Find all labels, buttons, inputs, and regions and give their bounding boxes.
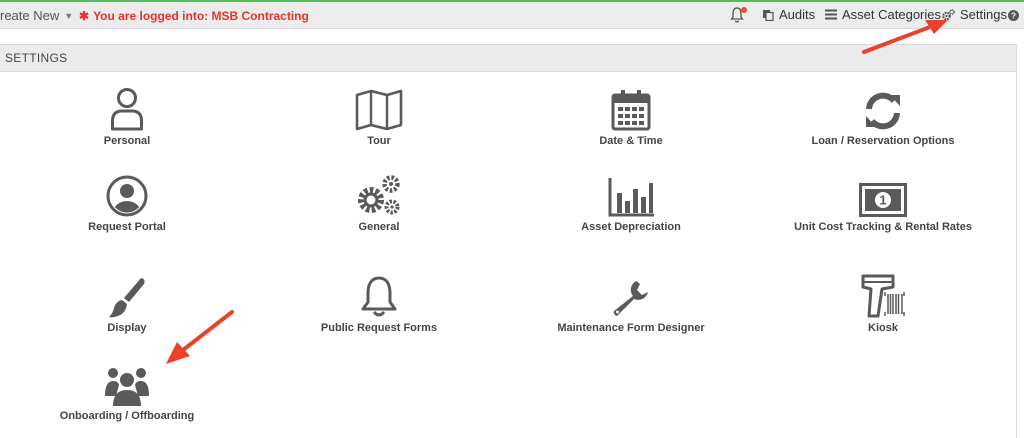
annotation-arrows xyxy=(166,20,948,364)
arrow-to-onboarding xyxy=(166,310,234,364)
arrow-to-settings xyxy=(862,20,948,54)
